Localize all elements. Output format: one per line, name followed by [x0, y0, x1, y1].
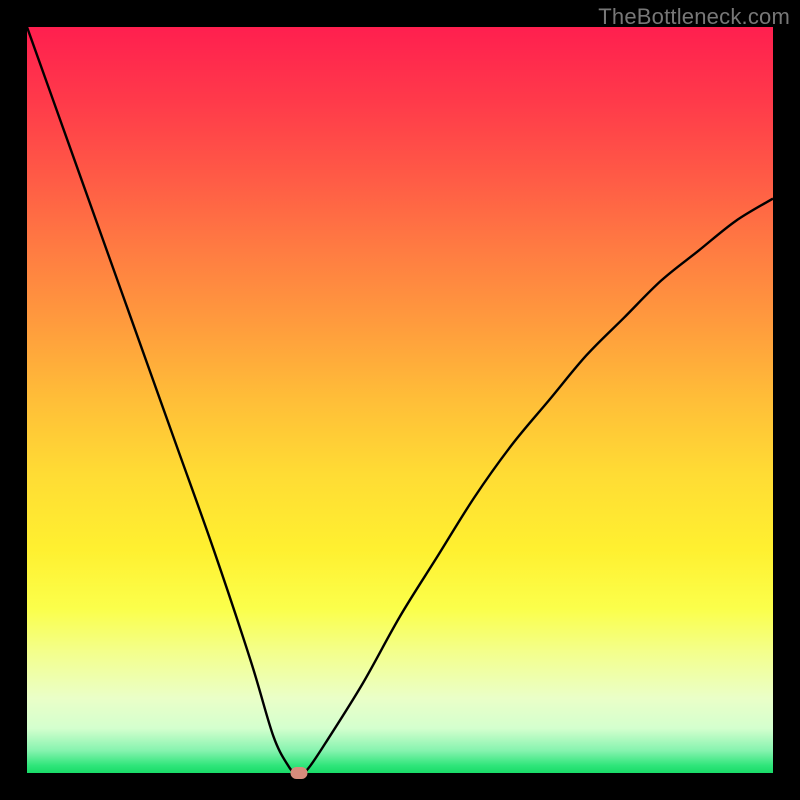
curve-path: [27, 27, 773, 773]
plot-area: [27, 27, 773, 773]
bottleneck-curve: [27, 27, 773, 773]
optimal-marker: [291, 767, 308, 779]
watermark-text: TheBottleneck.com: [598, 4, 790, 30]
chart-frame: TheBottleneck.com: [0, 0, 800, 800]
